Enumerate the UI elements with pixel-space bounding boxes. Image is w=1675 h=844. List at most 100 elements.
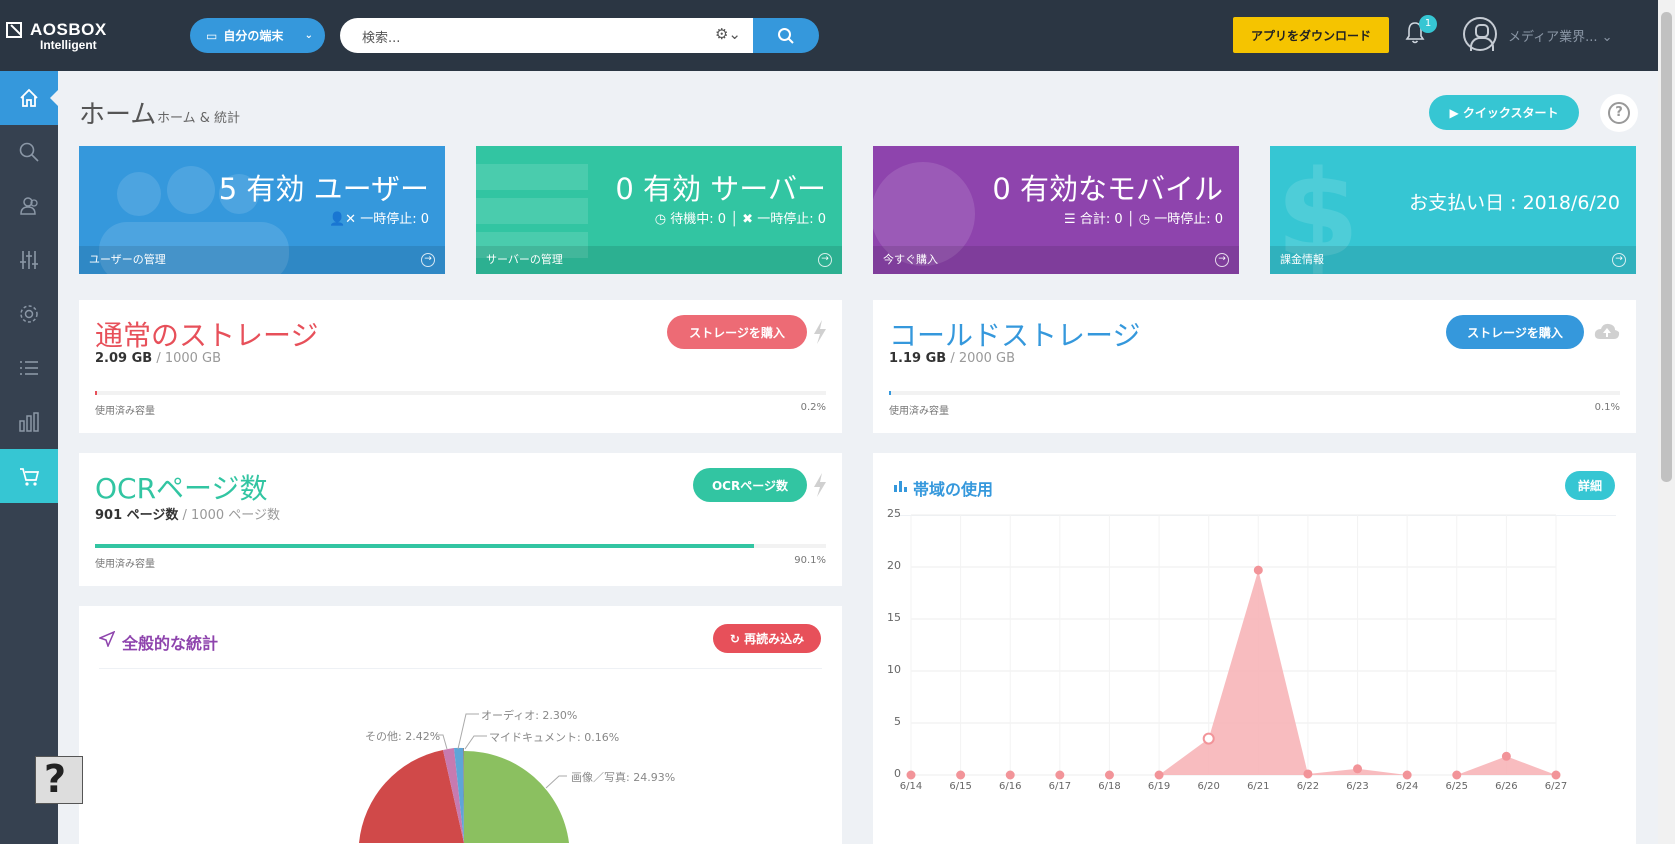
ocr-pages-button[interactable]: OCRページ数	[693, 468, 807, 502]
tile-servers: 0 有効 サーバー ◷ 待機中: 0 │ ✖ 一時停止: 0 サーバーの管理 →	[476, 146, 842, 274]
search-input[interactable]: 検索... ⚙⌄	[340, 18, 753, 53]
scrollbar-thumb[interactable]	[1661, 12, 1672, 482]
manage-users-link[interactable]: ユーザーの管理 →	[79, 246, 445, 274]
data-point[interactable]	[1154, 770, 1164, 780]
buy-cold-storage-button[interactable]: ストレージを購入	[1446, 315, 1584, 349]
bar-chart-icon	[19, 412, 39, 432]
x-tick-label: 6/22	[1296, 781, 1320, 792]
scrollbar[interactable]	[1658, 0, 1675, 844]
device-selector-button[interactable]: ▭ 自分の端末 ⌄	[190, 18, 325, 53]
ocr-percent: 90.1%	[794, 555, 826, 566]
sidebar-item-list[interactable]	[0, 341, 58, 395]
pie-label-documents: マイドキュメント: 0.16%	[489, 731, 620, 744]
x-tick-label: 6/25	[1445, 781, 1468, 792]
user-paused-icon: 👤✕	[328, 212, 357, 227]
normal-storage-title: 通常のストレージ	[95, 319, 319, 352]
ocr-title: OCRページ数	[95, 472, 268, 505]
y-tick-label: 20	[887, 559, 901, 572]
search-button[interactable]	[753, 18, 819, 53]
ocr-used: 901 ページ数	[95, 508, 179, 523]
billing-info-label: 課金情報	[1280, 253, 1324, 266]
ocr-track	[95, 544, 826, 548]
data-point[interactable]	[1005, 770, 1015, 780]
cold-storage-label: 使用済み容量	[889, 406, 949, 417]
clock-icon: ◷	[1138, 212, 1151, 227]
search-icon	[778, 28, 794, 44]
buy-now-label: 今すぐ購入	[883, 253, 938, 266]
notification-badge: 1	[1419, 15, 1437, 33]
normal-storage-track	[95, 391, 826, 395]
sidebar-item-search[interactable]	[0, 125, 58, 179]
sidebar-item-settings[interactable]	[0, 287, 58, 341]
general-stats-panel: 全般的な統計 ↻ 再読み込み オーディオ: 2.30% マイドキュメント: 0.…	[79, 606, 842, 844]
arrow-right-icon: →	[1612, 253, 1626, 267]
x-tick-label: 6/17	[1048, 781, 1072, 792]
buy-now-link[interactable]: 今すぐ購入 →	[873, 246, 1239, 274]
sidebar-item-home[interactable]	[0, 71, 58, 125]
device-selector-label: 自分の端末	[223, 29, 284, 43]
data-point[interactable]	[1353, 764, 1363, 774]
data-point[interactable]	[906, 770, 916, 780]
help-button[interactable]: ?	[1600, 94, 1638, 132]
sidebar-item-sliders[interactable]	[0, 233, 58, 287]
data-point[interactable]	[1452, 770, 1462, 780]
x-tick-label: 6/27	[1544, 781, 1568, 792]
data-point[interactable]	[1551, 770, 1561, 780]
sidebar-item-reports[interactable]	[0, 395, 58, 449]
normal-storage-total: / 1000 GB	[152, 351, 222, 366]
home-icon	[20, 88, 38, 107]
quickstart-button[interactable]: ▶ クイックスタート	[1429, 95, 1579, 130]
data-point[interactable]	[1501, 751, 1511, 761]
cold-storage-total: / 2000 GB	[946, 351, 1016, 366]
user-menu[interactable]: メディア業界... ⌄	[1508, 26, 1613, 45]
normal-storage-label: 使用済み容量	[95, 406, 155, 417]
manage-servers-link[interactable]: サーバーの管理 →	[476, 246, 842, 274]
manage-servers-label: サーバーの管理	[486, 253, 563, 266]
data-point[interactable]	[1303, 769, 1313, 779]
download-app-button[interactable]: アプリをダウンロード	[1233, 17, 1389, 53]
label-line-documents	[464, 735, 487, 750]
data-point[interactable]	[1202, 732, 1215, 745]
cold-storage-panel: コールドストレージ 1.19 GB / 2000 GB ストレージを購入 使用済…	[873, 300, 1636, 433]
series-area	[911, 570, 1556, 775]
x-tick-label: 6/15	[949, 781, 972, 792]
manage-users-label: ユーザーの管理	[89, 253, 166, 266]
tile-servers-status: ◷ 待機中: 0 │ ✖ 一時停止: 0	[654, 212, 826, 227]
sidebar-item-users[interactable]	[0, 179, 58, 233]
cold-storage-bar	[889, 391, 891, 395]
data-point[interactable]	[1253, 565, 1263, 575]
tile-billing: $ お支払い日 : 2018/6/20 課金情報 →	[1270, 146, 1636, 274]
data-point[interactable]	[1402, 770, 1412, 780]
ocr-label: 使用済み容量	[95, 559, 155, 570]
sidebar-item-cart[interactable]	[0, 449, 58, 503]
ocr-usage: 901 ページ数 / 1000 ページ数	[95, 504, 280, 523]
tile-billing-date: お支払い日 : 2018/6/20	[1409, 192, 1620, 214]
search-options-icon[interactable]: ⚙⌄	[715, 25, 741, 43]
logo-mark-icon	[6, 22, 22, 38]
help-widget[interactable]: ?	[35, 756, 83, 804]
label-line-images	[545, 775, 567, 789]
pie-chart	[359, 713, 569, 843]
avatar[interactable]	[1463, 17, 1497, 51]
data-point[interactable]	[1055, 770, 1065, 780]
pie-label-images: 画像／写真: 24.93%	[571, 771, 676, 784]
bolt-icon	[814, 320, 826, 344]
tile-users-paused-text: 一時停止: 0	[360, 212, 429, 227]
cold-storage-title: コールドストレージ	[889, 319, 1141, 352]
question-icon: ?	[44, 757, 67, 801]
logo-subtext: Intelligent	[40, 38, 97, 52]
tile-servers-count: 0 有効 サーバー	[615, 172, 826, 206]
list-icon	[20, 361, 38, 375]
tile-mobile: 0 有効なモバイル ☰ 合計: 0 │ ◷ 一時停止: 0 今すぐ購入 →	[873, 146, 1239, 274]
data-point[interactable]	[956, 770, 966, 780]
y-tick-label: 5	[894, 715, 901, 728]
buy-normal-storage-button[interactable]: ストレージを購入	[667, 315, 807, 349]
ocr-total: / 1000 ページ数	[178, 508, 281, 523]
top-bar: AOSBOX Intelligent ▭ 自分の端末 ⌄ 検索... ⚙⌄ アプ…	[0, 0, 1675, 71]
billing-info-link[interactable]: 課金情報 →	[1270, 246, 1636, 274]
users-icon	[20, 197, 38, 215]
data-point[interactable]	[1104, 770, 1114, 780]
y-tick-label: 0	[894, 767, 901, 780]
tile-users-paused: 👤✕ 一時停止: 0	[329, 208, 429, 227]
normal-storage-usage: 2.09 GB / 1000 GB	[95, 351, 221, 366]
